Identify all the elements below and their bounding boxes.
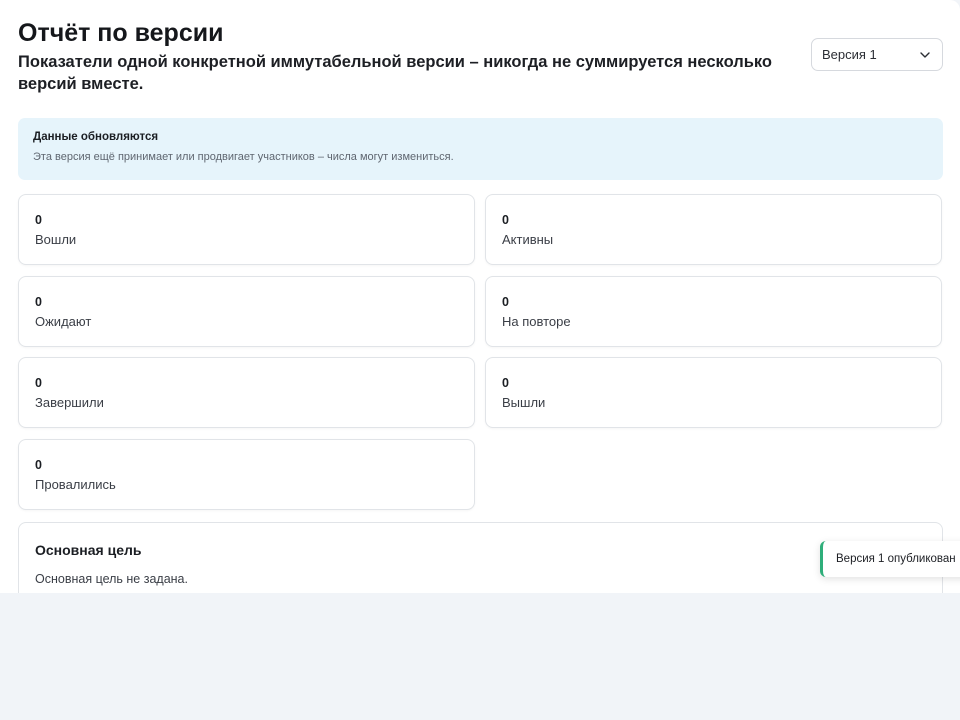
notice-title: Данные обновляются: [33, 131, 159, 143]
toast-text: Версия 1 опубликован: [836, 553, 956, 565]
stat-label: Вошли: [35, 232, 77, 247]
stat-card-active: 0 Активны: [485, 194, 942, 265]
notice-text: Эта версия ещё принимает или продвигает …: [33, 151, 454, 163]
stat-card-waiting: 0 Ожидают: [18, 276, 475, 347]
stat-label: Ожидают: [35, 314, 92, 329]
page-subtitle: Показатели одной конкретной иммутабельно…: [18, 53, 772, 93]
data-updating-notice: Данные обновляются Эта версия ещё приним…: [18, 118, 943, 180]
stat-card-exited: 0 Вышли: [485, 357, 942, 428]
stat-value: 0: [502, 376, 509, 390]
stat-value: 0: [35, 376, 42, 390]
stat-label: Провалились: [35, 477, 116, 492]
stat-card-retry: 0 На повторе: [485, 276, 942, 347]
page-header: Отчёт по версии Показатели одной конкрет…: [18, 18, 788, 95]
stat-value: 0: [35, 458, 42, 472]
stat-label: На повторе: [502, 314, 571, 329]
stat-value: 0: [35, 213, 42, 227]
stat-value: 0: [502, 213, 509, 227]
stat-value: 0: [502, 295, 509, 309]
report-panel: Отчёт по версии Показатели одной конкрет…: [0, 0, 960, 593]
toast-notification[interactable]: Версия 1 опубликован: [820, 541, 960, 577]
stat-card-entered: 0 Вошли: [18, 194, 475, 265]
stat-card-failed: 0 Провалились: [18, 439, 475, 510]
stat-label: Активны: [502, 232, 554, 247]
primary-goal-card: Основная цель Основная цель не задана.: [18, 522, 943, 593]
stat-label: Вышли: [502, 395, 546, 410]
version-select-value: Версия 1: [822, 47, 877, 62]
goal-title: Основная цель: [35, 542, 142, 558]
goal-text: Основная цель не задана.: [35, 572, 188, 586]
chevron-down-icon: [920, 50, 930, 60]
stat-card-completed: 0 Завершили: [18, 357, 475, 428]
version-select[interactable]: Версия 1: [811, 38, 943, 71]
stat-label: Завершили: [35, 395, 104, 410]
stat-value: 0: [35, 295, 42, 309]
page-title: Отчёт по версии: [18, 19, 224, 47]
